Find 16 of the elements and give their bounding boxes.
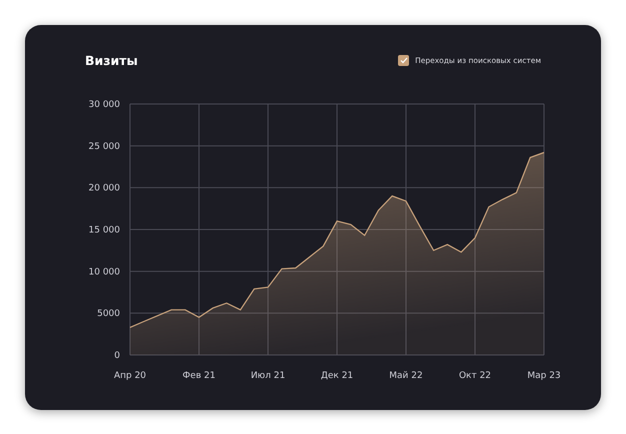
y-tick-label: 5000 (97, 309, 120, 320)
y-tick-label: 30 000 (88, 100, 120, 110)
x-tick-label: Мар 23 (527, 371, 561, 381)
x-tick-label: Окт 22 (458, 371, 492, 381)
y-tick-label: 25 000 (88, 142, 120, 152)
x-tick-label: Май 22 (389, 371, 423, 381)
chart-title: Визиты (85, 52, 138, 68)
x-tick-label: Дек 21 (320, 371, 354, 381)
checkbox[interactable] (398, 54, 410, 66)
y-tick-label: 20 000 (88, 184, 120, 194)
x-tick-label: Июл 21 (250, 371, 286, 381)
y-tick-label: 0 (114, 351, 120, 361)
x-tick-label: Фев 21 (182, 371, 216, 381)
y-tick-label: 15 000 (88, 226, 120, 236)
y-tick-label: 10 000 (88, 267, 120, 278)
x-tick-label: Апр 20 (114, 371, 146, 381)
